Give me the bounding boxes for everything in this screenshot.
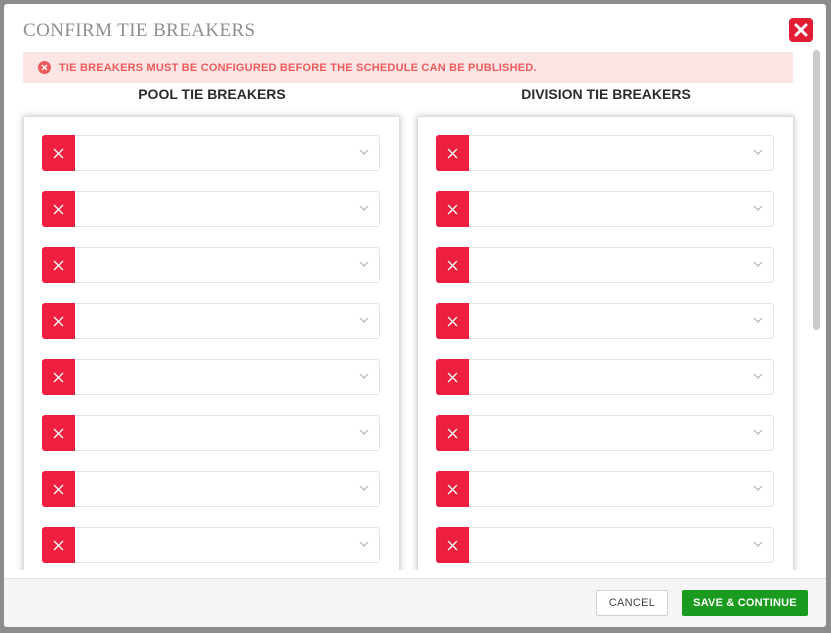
tie-breaker-select[interactable] bbox=[469, 192, 773, 226]
chevron-down-icon bbox=[359, 373, 369, 379]
tie-breaker-select[interactable] bbox=[75, 360, 379, 394]
remove-tie-breaker-button[interactable] bbox=[436, 135, 469, 171]
division-tie-breaker-row bbox=[436, 247, 774, 283]
tie-breaker-select[interactable] bbox=[75, 304, 379, 338]
remove-tie-breaker-button[interactable] bbox=[42, 471, 75, 507]
modal-body: TIE BREAKERS MUST BE CONFIGURED BEFORE T… bbox=[4, 48, 809, 570]
tie-breaker-select[interactable] bbox=[75, 192, 379, 226]
x-icon bbox=[53, 540, 64, 550]
x-icon bbox=[447, 260, 458, 270]
chevron-down-icon bbox=[753, 317, 763, 323]
remove-tie-breaker-button[interactable] bbox=[436, 247, 469, 283]
division-tie-breaker-row bbox=[436, 527, 774, 563]
tie-breaker-select[interactable] bbox=[469, 248, 773, 282]
remove-tie-breaker-button[interactable] bbox=[42, 191, 75, 227]
remove-tie-breaker-button[interactable] bbox=[436, 303, 469, 339]
x-icon bbox=[53, 428, 64, 438]
tie-breaker-select[interactable] bbox=[469, 416, 773, 450]
pool-tie-breaker-row bbox=[42, 527, 380, 563]
modal-title: CONFIRM TIE BREAKERS bbox=[23, 20, 256, 41]
chevron-down-icon bbox=[753, 541, 763, 547]
remove-tie-breaker-button[interactable] bbox=[42, 135, 75, 171]
scrollbar[interactable] bbox=[809, 48, 826, 570]
division-tie-breaker-row bbox=[436, 191, 774, 227]
alert-circle-x-icon bbox=[38, 61, 51, 74]
scrollbar-thumb[interactable] bbox=[813, 50, 820, 330]
chevron-down-icon bbox=[359, 149, 369, 155]
x-icon bbox=[447, 428, 458, 438]
chevron-down-icon bbox=[753, 429, 763, 435]
tie-breaker-select[interactable] bbox=[75, 472, 379, 506]
tie-breaker-select[interactable] bbox=[469, 304, 773, 338]
cancel-button[interactable]: CANCEL bbox=[596, 590, 668, 616]
close-button[interactable] bbox=[789, 18, 813, 42]
chevron-down-icon bbox=[359, 317, 369, 323]
pool-tie-breaker-row bbox=[42, 191, 380, 227]
chevron-down-icon bbox=[753, 205, 763, 211]
tie-breaker-select[interactable] bbox=[75, 416, 379, 450]
x-icon bbox=[447, 316, 458, 326]
tie-breaker-select[interactable] bbox=[75, 528, 379, 562]
pool-tie-breaker-row bbox=[42, 135, 380, 171]
tie-breaker-select[interactable] bbox=[469, 528, 773, 562]
error-alert: TIE BREAKERS MUST BE CONFIGURED BEFORE T… bbox=[23, 52, 793, 83]
division-tie-breakers-heading: DIVISION TIE BREAKERS bbox=[521, 86, 691, 102]
chevron-down-icon bbox=[359, 485, 369, 491]
chevron-down-icon bbox=[359, 261, 369, 267]
chevron-down-icon bbox=[753, 261, 763, 267]
chevron-down-icon bbox=[753, 149, 763, 155]
tie-breaker-select[interactable] bbox=[75, 248, 379, 282]
remove-tie-breaker-button[interactable] bbox=[436, 415, 469, 451]
division-tie-breaker-row bbox=[436, 471, 774, 507]
x-icon bbox=[53, 484, 64, 494]
save-and-continue-button[interactable]: SAVE & CONTINUE bbox=[682, 590, 808, 616]
pool-tie-breaker-row bbox=[42, 471, 380, 507]
pool-tie-breakers-panel bbox=[23, 116, 400, 570]
remove-tie-breaker-button[interactable] bbox=[42, 359, 75, 395]
x-icon bbox=[53, 372, 64, 382]
pool-tie-breakers-heading: POOL TIE BREAKERS bbox=[138, 86, 286, 102]
division-tie-breaker-row bbox=[436, 415, 774, 451]
x-icon bbox=[53, 148, 64, 158]
close-icon bbox=[794, 23, 808, 37]
tie-breaker-select[interactable] bbox=[469, 472, 773, 506]
pool-tie-breaker-row bbox=[42, 247, 380, 283]
pool-tie-breaker-row bbox=[42, 359, 380, 395]
x-icon bbox=[53, 204, 64, 214]
remove-tie-breaker-button[interactable] bbox=[42, 527, 75, 563]
remove-tie-breaker-button[interactable] bbox=[436, 191, 469, 227]
x-icon bbox=[447, 204, 458, 214]
division-tie-breakers-panel bbox=[417, 116, 794, 570]
division-tie-breaker-row bbox=[436, 359, 774, 395]
remove-tie-breaker-button[interactable] bbox=[436, 527, 469, 563]
x-icon bbox=[447, 148, 458, 158]
pool-tie-breaker-row bbox=[42, 415, 380, 451]
division-tie-breaker-row bbox=[436, 303, 774, 339]
division-tie-breaker-row bbox=[436, 135, 774, 171]
x-icon bbox=[447, 372, 458, 382]
x-icon bbox=[53, 260, 64, 270]
modal-footer: CANCEL SAVE & CONTINUE bbox=[4, 578, 826, 627]
tie-breaker-select[interactable] bbox=[75, 136, 379, 170]
alert-message: TIE BREAKERS MUST BE CONFIGURED BEFORE T… bbox=[59, 61, 537, 74]
remove-tie-breaker-button[interactable] bbox=[42, 247, 75, 283]
pool-tie-breaker-row bbox=[42, 303, 380, 339]
remove-tie-breaker-button[interactable] bbox=[42, 415, 75, 451]
chevron-down-icon bbox=[753, 373, 763, 379]
x-icon bbox=[447, 540, 458, 550]
tie-breaker-select[interactable] bbox=[469, 136, 773, 170]
remove-tie-breaker-button[interactable] bbox=[436, 471, 469, 507]
x-icon bbox=[447, 484, 458, 494]
remove-tie-breaker-button[interactable] bbox=[436, 359, 469, 395]
remove-tie-breaker-button[interactable] bbox=[42, 303, 75, 339]
chevron-down-icon bbox=[359, 429, 369, 435]
chevron-down-icon bbox=[359, 205, 369, 211]
confirm-tie-breakers-modal: CONFIRM TIE BREAKERS TIE BREAKERS MUST B… bbox=[4, 4, 826, 627]
tie-breaker-select[interactable] bbox=[469, 360, 773, 394]
x-icon bbox=[53, 316, 64, 326]
chevron-down-icon bbox=[359, 541, 369, 547]
chevron-down-icon bbox=[753, 485, 763, 491]
